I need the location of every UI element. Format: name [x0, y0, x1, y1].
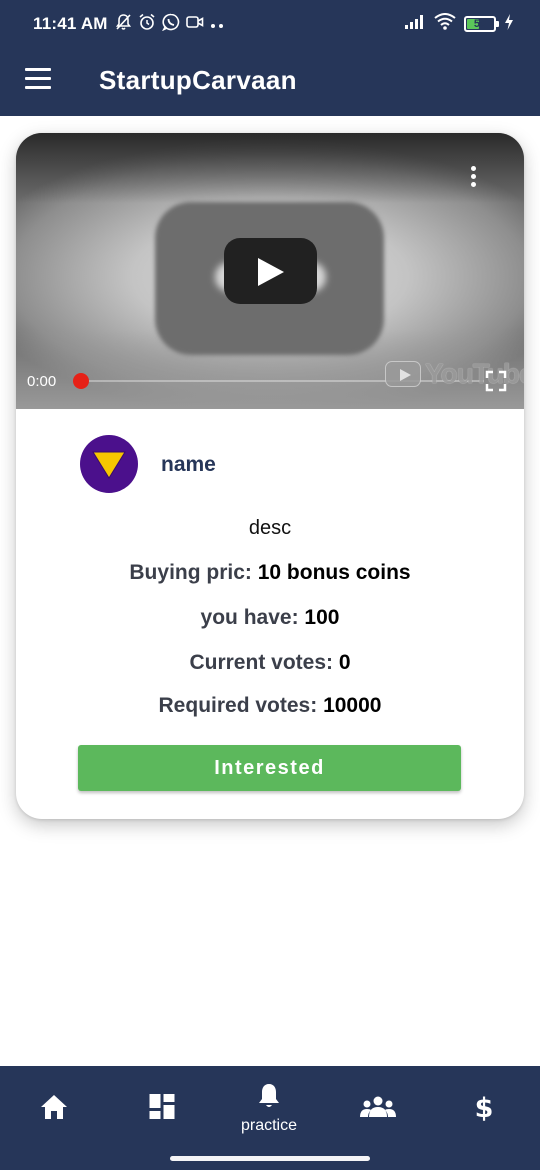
- home-icon: [41, 1095, 67, 1119]
- whatsapp-icon: [161, 13, 180, 36]
- buying-price-label: Buying pric:: [129, 561, 258, 584]
- nav-item-group[interactable]: [338, 1066, 418, 1150]
- buying-price-row: Buying pric: 10 bonus coins: [16, 561, 524, 585]
- wifi-icon: [434, 13, 456, 35]
- coins-owned-label: you have:: [200, 606, 305, 629]
- bell-icon: [259, 1084, 279, 1107]
- bottom-nav: practice $: [0, 1066, 540, 1170]
- youtube-wordmark: YouTube: [425, 358, 524, 389]
- nav-item-payments[interactable]: $: [444, 1066, 524, 1150]
- fullscreen-icon[interactable]: [485, 370, 507, 392]
- status-right-icons: 50: [404, 13, 514, 35]
- avatar-triangle-icon: [92, 451, 126, 479]
- dollar-icon: $: [475, 1093, 494, 1122]
- item-description: desc: [248, 517, 292, 539]
- coins-owned-value: 100: [304, 606, 340, 629]
- current-votes-value: 0: [338, 651, 351, 674]
- svg-text:$: $: [475, 1093, 494, 1122]
- video-top-shade: [16, 133, 524, 203]
- status-left-icons: [115, 13, 224, 36]
- avatar: [80, 435, 138, 493]
- current-votes-label: Current votes:: [189, 651, 339, 674]
- group-icon: [360, 1096, 396, 1117]
- app-title: StartupCarvaan: [99, 65, 297, 95]
- required-votes-value: 10000: [323, 694, 382, 717]
- battery-icon: 50: [464, 16, 499, 32]
- app-bar: StartupCarvaan: [0, 48, 540, 116]
- status-time: 11:41 AM: [33, 14, 108, 33]
- coins-owned-row: you have: 100: [16, 606, 524, 630]
- menu-icon[interactable]: [25, 68, 51, 90]
- item-card: 0:00 YouTube name desc Buying pric: 10 b…: [16, 133, 524, 819]
- charging-icon: [504, 13, 514, 35]
- youtube-play-icon: [385, 361, 421, 387]
- item-name: name: [161, 453, 216, 476]
- signal-icon: [404, 14, 426, 35]
- status-bar: 11:41 AM 50: [0, 0, 540, 48]
- battery-level: 50: [473, 18, 487, 30]
- interested-button[interactable]: Interested: [78, 745, 461, 791]
- more-dots-icon: [210, 16, 224, 34]
- video-player[interactable]: 0:00 YouTube: [16, 133, 524, 409]
- video-more-icon[interactable]: [466, 166, 480, 192]
- nav-label-practice: practice: [240, 1117, 298, 1134]
- buying-price-value: 10 bonus coins: [257, 561, 411, 584]
- nav-item-dashboard[interactable]: [122, 1066, 202, 1150]
- required-votes-row: Required votes: 10000: [16, 694, 524, 718]
- bell-off-icon: [115, 13, 132, 36]
- alarm-icon: [138, 13, 156, 36]
- nav-item-home[interactable]: [14, 1066, 94, 1150]
- nav-item-practice[interactable]: practice: [229, 1066, 309, 1150]
- video-time: 0:00: [27, 373, 57, 390]
- dashboard-icon: [149, 1094, 175, 1119]
- video-progress-knob[interactable]: [73, 373, 89, 389]
- required-votes-label: Required votes:: [158, 694, 324, 717]
- current-votes-row: Current votes: 0: [16, 651, 524, 675]
- gesture-home-bar[interactable]: [170, 1156, 370, 1161]
- play-button[interactable]: [224, 238, 317, 304]
- camera-icon: [186, 14, 204, 35]
